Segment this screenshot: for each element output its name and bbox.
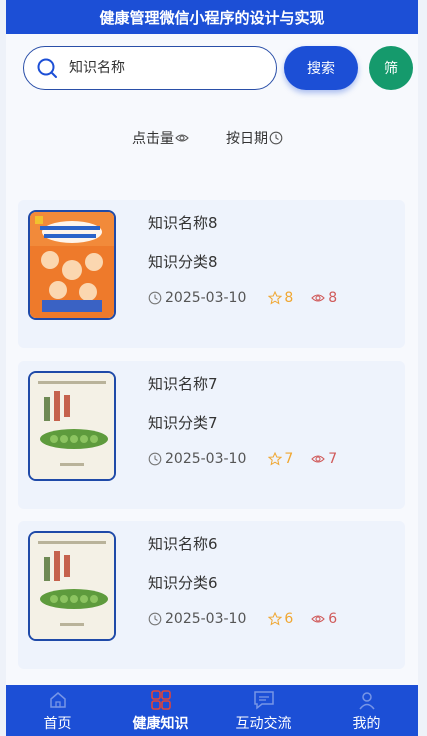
view-value: 8 — [328, 290, 338, 306]
publish-date: 2025-03-10 — [165, 611, 247, 627]
book-cover — [28, 371, 116, 481]
star-icon — [268, 612, 283, 626]
knowledge-card[interactable]: 知识名称7 知识分类7 2025-03-10 7 7 — [18, 361, 405, 509]
tab-health-knowledge[interactable]: 健康知识 — [109, 685, 212, 736]
tab-label: 互动交流 — [235, 716, 292, 732]
chat-icon — [252, 689, 276, 711]
knowledge-meta: 2025-03-10 8 8 — [148, 288, 337, 308]
health-knowledge-icon — [150, 689, 172, 711]
tab-label: 健康知识 — [132, 716, 189, 732]
clock-icon — [148, 452, 162, 466]
tab-home[interactable]: 首页 — [6, 685, 109, 736]
knowledge-name: 知识名称7 — [148, 375, 218, 393]
page: 健康管理微信小程序的设计与实现 搜索 筛 点击量 按日期 — [6, 0, 418, 736]
star-value: 7 — [284, 451, 294, 467]
knowledge-category: 知识分类8 — [148, 253, 218, 271]
tab-interaction[interactable]: 互动交流 — [212, 685, 315, 736]
eye-icon — [311, 615, 326, 623]
knowledge-category: 知识分类6 — [148, 574, 218, 592]
home-icon — [48, 689, 68, 711]
publish-date: 2025-03-10 — [165, 451, 247, 467]
book-cover — [28, 210, 116, 320]
tab-mine[interactable]: 我的 — [315, 685, 418, 736]
clock-icon — [148, 291, 162, 305]
star-count: 7 — [268, 451, 293, 467]
sort-by-clicks[interactable]: 点击量 — [132, 128, 189, 148]
knowledge-meta: 2025-03-10 7 7 — [148, 449, 337, 469]
tab-label: 首页 — [43, 716, 72, 732]
filter-button[interactable]: 筛 — [369, 46, 413, 90]
search-icon — [37, 58, 57, 78]
knowledge-meta: 2025-03-10 6 6 — [148, 609, 337, 629]
star-value: 6 — [284, 611, 294, 627]
sort-options: 点击量 按日期 — [6, 128, 418, 150]
sort-by-clicks-label: 点击量 — [132, 131, 174, 147]
star-count: 6 — [268, 611, 293, 627]
knowledge-name: 知识名称8 — [148, 214, 218, 232]
star-icon — [268, 452, 283, 466]
search-bar: 搜索 筛 — [23, 46, 418, 90]
page-title: 健康管理微信小程序的设计与实现 — [99, 8, 325, 27]
knowledge-category: 知识分类7 — [148, 414, 218, 432]
clock-icon — [148, 612, 162, 626]
knowledge-card[interactable]: 知识名称8 知识分类8 2025-03-10 8 8 — [18, 200, 405, 348]
view-value: 7 — [328, 451, 338, 467]
search-input[interactable] — [69, 60, 239, 76]
sort-by-date-label: 按日期 — [226, 131, 268, 147]
app-header: 健康管理微信小程序的设计与实现 — [6, 0, 418, 34]
eye-icon — [175, 134, 189, 142]
view-count: 6 — [311, 611, 337, 627]
book-cover-image — [30, 212, 114, 318]
knowledge-card[interactable]: 知识名称6 知识分类6 2025-03-10 6 6 — [18, 521, 405, 669]
star-value: 8 — [284, 290, 294, 306]
eye-icon — [311, 294, 326, 302]
sort-by-date[interactable]: 按日期 — [226, 128, 283, 148]
publish-date: 2025-03-10 — [165, 290, 247, 306]
knowledge-name: 知识名称6 — [148, 535, 218, 553]
view-count: 8 — [311, 290, 337, 306]
search-field[interactable] — [23, 46, 277, 90]
bottom-tab-bar: 首页 健康知识 互动交流 我的 — [6, 685, 418, 736]
star-icon — [268, 291, 283, 305]
tab-label: 我的 — [352, 716, 381, 732]
book-cover-image — [30, 533, 114, 639]
user-icon — [357, 689, 377, 711]
book-cover-image — [30, 373, 114, 479]
eye-icon — [311, 455, 326, 463]
view-value: 6 — [328, 611, 338, 627]
view-count: 7 — [311, 451, 337, 467]
star-count: 8 — [268, 290, 293, 306]
book-cover — [28, 531, 116, 641]
search-button[interactable]: 搜索 — [284, 46, 358, 90]
clock-icon — [269, 131, 283, 145]
